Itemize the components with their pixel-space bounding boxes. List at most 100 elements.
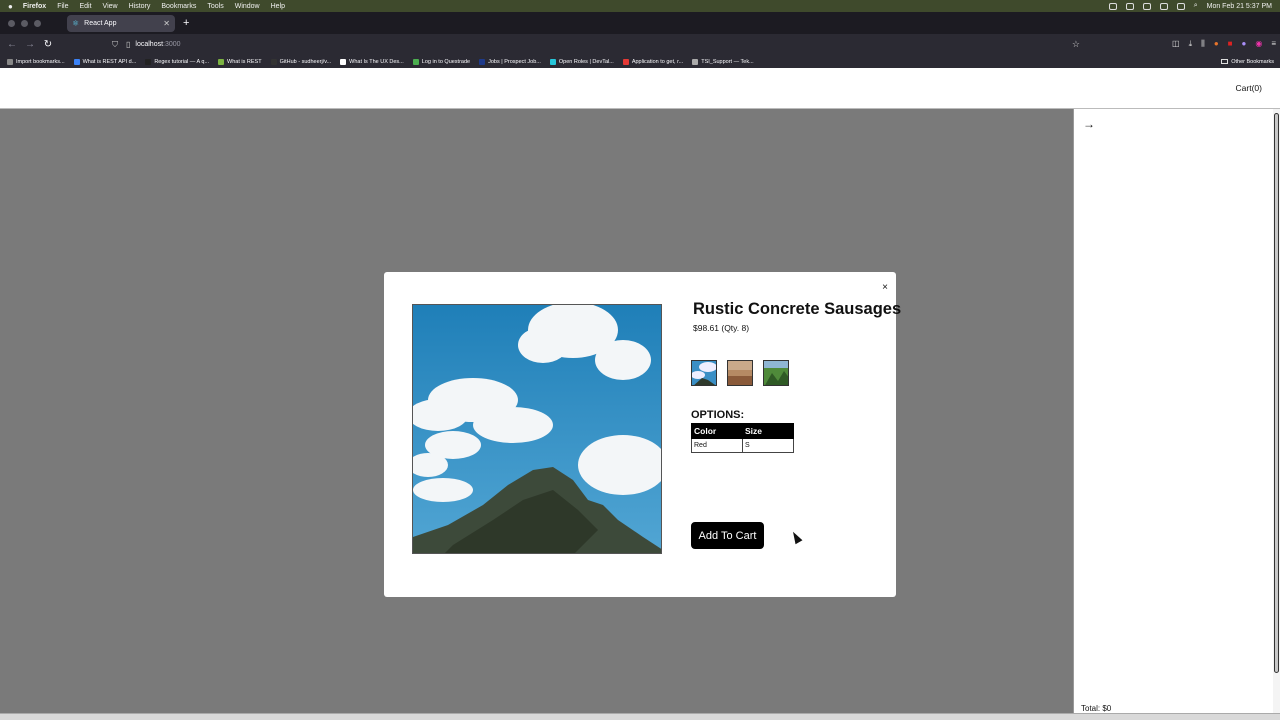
close-modal-button[interactable]: × [882, 282, 888, 293]
menubar-status-area: ⌕ Mon Feb 21 5:37 PM [1108, 2, 1272, 10]
bookmark-label: Regex tutorial — A q... [154, 58, 210, 65]
menu-window[interactable]: Window [235, 3, 260, 10]
url-bar[interactable]: ⛉ ▯ localhost :3000 ☆ [112, 37, 1080, 52]
bookmark-item[interactable]: Jobs | Prospect Job... [479, 58, 541, 65]
bookmark-item[interactable]: Regex tutorial — A q... [145, 58, 210, 65]
browser-navbar: ← → ↻ ⛉ ▯ localhost :3000 ☆ ◫ ⤓ ⫼ ● ■ ● … [0, 34, 1280, 55]
status-icon[interactable] [1125, 2, 1134, 10]
pocket-icon[interactable]: ◫ [1172, 39, 1180, 49]
page-scrollbar[interactable] [1273, 109, 1280, 713]
bookmark-favicon-icon [622, 58, 629, 65]
menu-help[interactable]: Help [271, 3, 285, 10]
bookmark-label: What is REST [227, 58, 262, 65]
bookmark-favicon-icon [73, 58, 80, 65]
product-thumbnails [691, 360, 789, 386]
reload-button[interactable]: ↻ [39, 39, 57, 50]
scrollbar-thumb[interactable] [1274, 113, 1279, 673]
new-tab-button[interactable]: + [183, 17, 189, 29]
bookmark-item[interactable]: GitHub - sudheerj/v... [270, 58, 331, 65]
profile-icon[interactable]: ◉ [1255, 39, 1262, 49]
extension-icon[interactable]: ● [1242, 39, 1247, 49]
status-icon[interactable] [1108, 2, 1117, 10]
bookmark-label: Import bookmarks... [16, 58, 65, 65]
bookmarks-bar: Import bookmarks... What is REST API d..… [0, 55, 1280, 68]
menu-app-name[interactable]: Firefox [23, 3, 46, 10]
menu-history[interactable]: History [129, 3, 151, 10]
menu-hamburger-icon[interactable]: ≡ [1271, 39, 1276, 49]
bookmark-label: TSI_Support — Tek... [701, 58, 754, 65]
thumbnail-image[interactable] [691, 360, 717, 386]
bookmark-item[interactable]: Application to get, r... [622, 58, 683, 65]
canyon-thumb-image [728, 361, 752, 385]
thumbnail-image[interactable] [727, 360, 753, 386]
tab-title: React App [84, 19, 117, 27]
option-size-cell[interactable]: S [742, 438, 794, 453]
options-header-row: Color Size [691, 423, 794, 439]
option-color-cell[interactable]: Red [691, 438, 743, 453]
mountain-thumb-image [692, 361, 716, 385]
bookmark-item[interactable]: TSI_Support — Tek... [692, 58, 754, 65]
bookmark-item[interactable]: Log in to Questrade [412, 58, 470, 65]
menu-bookmarks[interactable]: Bookmarks [161, 3, 196, 10]
toolbar-icons: ◫ ⤓ ⫼ ● ■ ● ◉ ≡ [1172, 39, 1276, 49]
url-host: localhost [135, 41, 164, 48]
menu-edit[interactable]: Edit [79, 3, 91, 10]
cart-drawer: → Total: $0 [1073, 109, 1273, 713]
menu-view[interactable]: View [103, 3, 118, 10]
bookmark-favicon-icon [692, 58, 699, 65]
options-table: Color Size Red S [691, 423, 794, 453]
shield-icon[interactable]: ⛉ [112, 40, 118, 50]
page-icon: ▯ [126, 40, 131, 49]
other-bookmarks[interactable]: Other Bookmarks [1221, 59, 1274, 65]
bookmark-favicon-icon [479, 58, 486, 65]
bookmark-favicon-icon [549, 58, 556, 65]
library-icon[interactable]: ⫼ [1201, 39, 1205, 49]
cart-total: Total: $0 [1081, 704, 1112, 713]
bookmark-item[interactable]: What Is The UX Des... [340, 58, 404, 65]
bookmark-star-icon[interactable]: ☆ [1072, 39, 1080, 50]
bookmark-label: What Is The UX Des... [349, 58, 404, 65]
folder-icon [1221, 59, 1229, 64]
forward-button[interactable]: → [21, 39, 39, 50]
close-drawer-arrow-icon[interactable]: → [1083, 117, 1095, 131]
menubar-clock[interactable]: Mon Feb 21 5:37 PM [1207, 3, 1272, 10]
bookmark-label: What is REST API d... [82, 58, 137, 65]
window-controls [0, 19, 51, 27]
battery-icon[interactable] [1176, 2, 1185, 10]
search-icon[interactable]: ⌕ [1194, 2, 1198, 10]
minimize-window-button[interactable] [21, 19, 28, 27]
bookmark-label: Jobs | Prospect Job... [488, 58, 541, 65]
options-header-color: Color [691, 423, 743, 439]
bookmark-favicon-icon [145, 58, 152, 65]
menu-tools[interactable]: Tools [207, 3, 223, 10]
extension-icon[interactable]: ● [1214, 39, 1219, 49]
wifi-icon[interactable] [1159, 2, 1168, 10]
product-price: $98.61 (Qty. 8) [693, 323, 750, 333]
bookmark-item[interactable]: What is REST [218, 58, 262, 65]
add-to-cart-button[interactable]: Add To Cart [691, 522, 764, 549]
zoom-window-button[interactable] [34, 19, 41, 27]
close-window-button[interactable] [8, 19, 15, 27]
bookmark-item[interactable]: Open Roles | DevTal... [549, 58, 614, 65]
other-bookmarks-label: Other Bookmarks [1231, 58, 1274, 65]
status-icon[interactable] [1142, 2, 1151, 10]
app-header: Cart(0) [0, 68, 1280, 109]
downloads-icon[interactable]: ⤓ [1189, 39, 1193, 49]
window-bottom-edge [0, 713, 1280, 720]
apple-menu-icon[interactable]: ● [8, 2, 13, 11]
url-port: :3000 [163, 41, 181, 48]
back-button[interactable]: ← [3, 39, 21, 50]
thumbnail-image[interactable] [763, 360, 789, 386]
menu-file[interactable]: File [57, 3, 68, 10]
table-row[interactable]: Red S [691, 438, 794, 453]
bookmark-label: Open Roles | DevTal... [558, 58, 614, 65]
extension-icon[interactable]: ■ [1228, 39, 1233, 49]
bookmark-item[interactable]: Import bookmarks... [7, 58, 65, 65]
bookmark-item[interactable]: What is REST API d... [73, 58, 137, 65]
close-tab-icon[interactable]: ✕ [163, 19, 170, 28]
forest-thumb-image [764, 361, 788, 385]
bookmark-favicon-icon [412, 58, 419, 65]
cart-link[interactable]: Cart(0) [1236, 83, 1262, 93]
bookmark-favicon-icon [218, 58, 225, 65]
browser-tab[interactable]: ⚛ React App ✕ [67, 14, 175, 32]
